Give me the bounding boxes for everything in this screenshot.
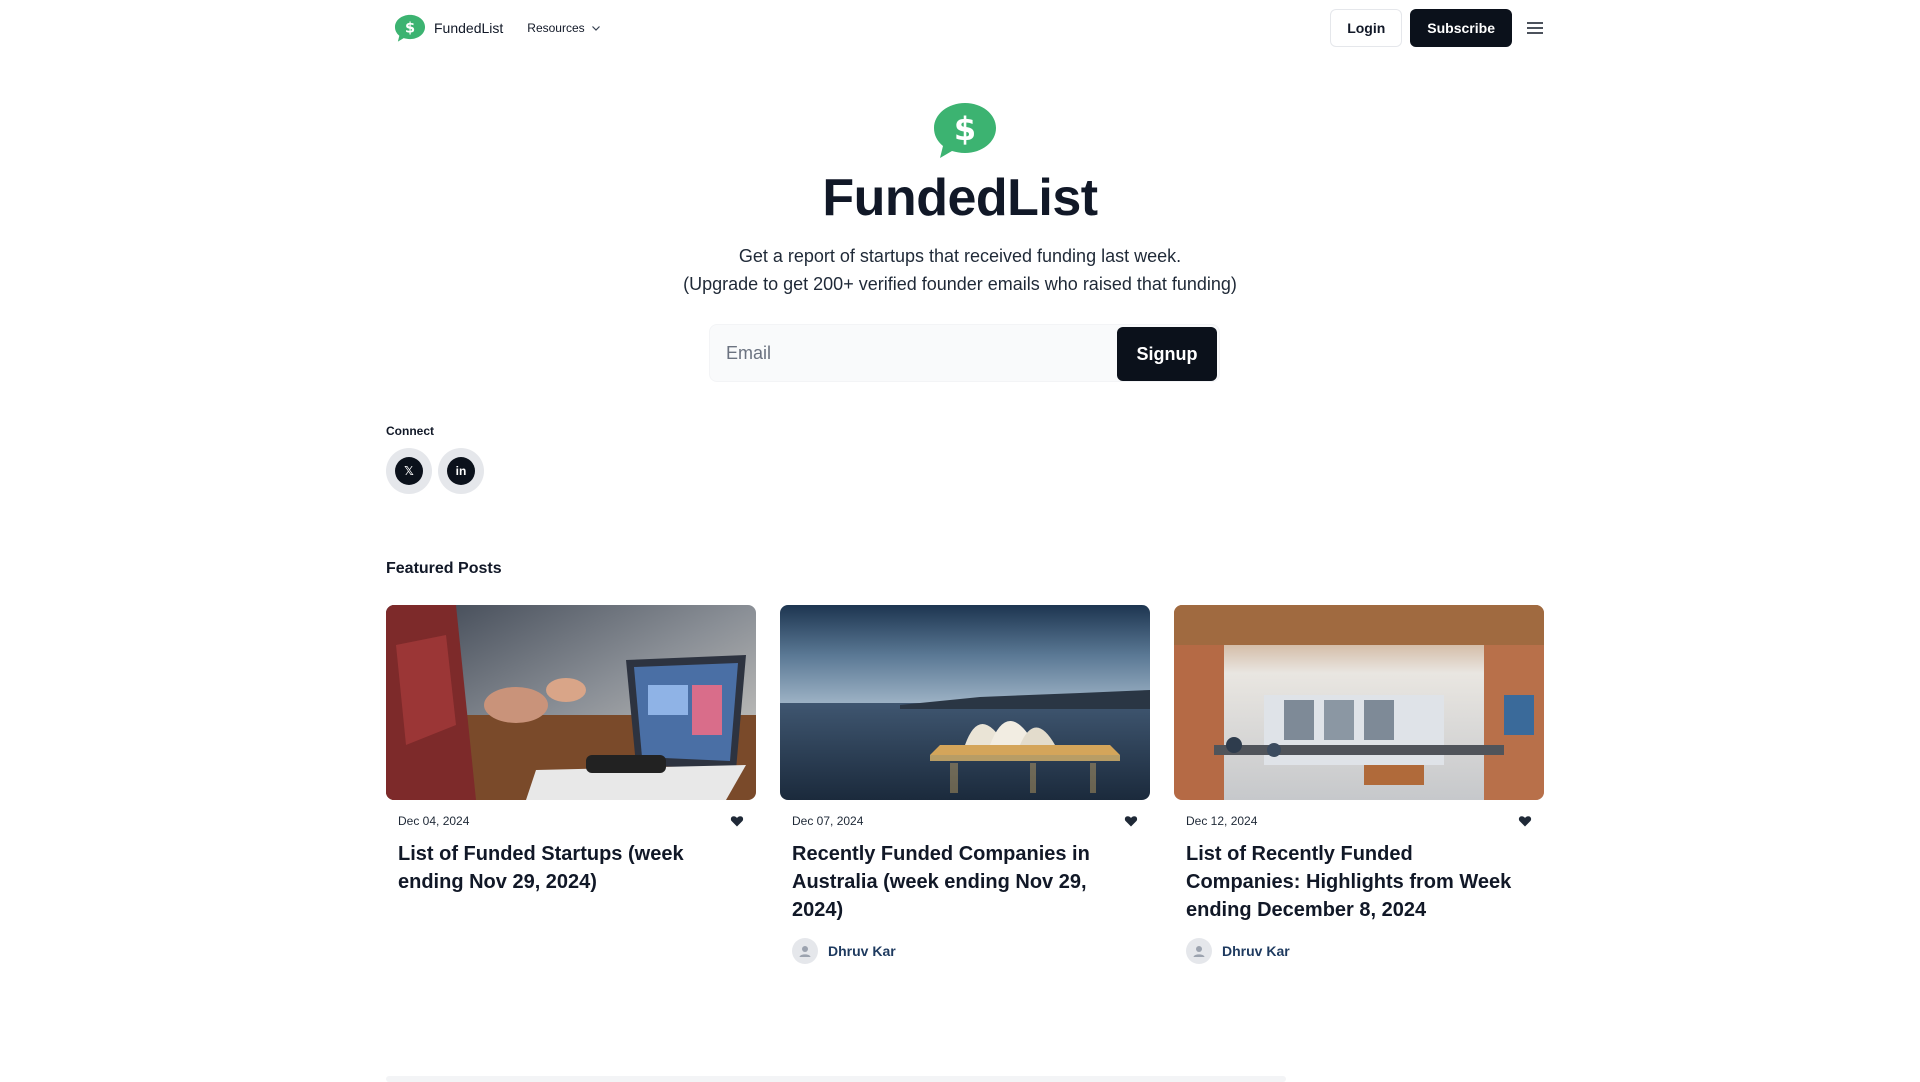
heart-icon[interactable] [1518,814,1532,828]
linkedin-icon: in [447,457,475,485]
post-title[interactable]: Recently Funded Companies in Australia (… [792,840,1138,924]
next-section-edge [386,1076,1286,1082]
svg-text:$: $ [954,110,976,148]
hero-subtitle-line2: (Upgrade to get 200+ verified founder em… [683,274,1237,294]
post-date: Dec 04, 2024 [398,814,470,828]
post-title[interactable]: List of Recently Funded Companies: Highl… [1186,840,1532,924]
resources-label: Resources [527,21,585,35]
post-card[interactable]: Dec 04, 2024 List of Funded Startups (we… [386,605,756,896]
sydney-opera-house-photo[interactable] [780,605,1150,800]
brand-name: FundedList [434,20,504,36]
featured-posts-heading: Featured Posts [386,560,502,577]
post-date: Dec 12, 2024 [1186,814,1258,828]
x-twitter-icon: 𝕏 [395,457,423,485]
signup-button[interactable]: Signup [1117,327,1217,381]
email-input[interactable] [710,325,1120,381]
avatar [1186,938,1212,964]
post-date: Dec 07, 2024 [792,814,864,828]
card-meta: Dec 07, 2024 [780,814,1150,828]
login-button[interactable]: Login [1330,9,1403,47]
heart-icon[interactable] [730,814,744,828]
dollar-speech-bubble-icon: $ [934,103,996,158]
hero-subtitle-line1: Get a report of startups that received f… [738,246,1182,266]
nav-left: $ FundedList Resources [394,12,601,44]
card-meta: Dec 04, 2024 [386,814,756,828]
x-social-link[interactable]: 𝕏 [386,448,432,494]
open-office-photo[interactable] [1174,605,1544,800]
top-nav: $ FundedList Resources Login Subscribe [394,8,1546,48]
page-title: FundedList [822,169,1098,227]
card-meta: Dec 12, 2024 [1174,814,1544,828]
post-title[interactable]: List of Funded Startups (week ending Nov… [398,840,744,896]
signup-form: Signup [709,324,1220,382]
post-author[interactable]: Dhruv Kar [1186,938,1532,964]
post-author[interactable]: Dhruv Kar [792,938,1138,964]
heart-icon[interactable] [1124,814,1138,828]
author-avatar-icon [1193,946,1205,957]
svg-text:$: $ [405,20,415,36]
resources-dropdown[interactable]: Resources [527,21,600,35]
post-card[interactable]: Dec 07, 2024 Recently Funded Companies i… [780,605,1150,964]
nav-right: Login Subscribe [1330,9,1546,47]
dollar-speech-bubble-icon: $ [394,14,426,42]
connect-label: Connect [386,424,434,438]
author-avatar-icon [799,946,811,957]
laptop-meeting-photo[interactable] [386,605,756,800]
chevron-down-icon [591,26,600,31]
avatar [792,938,818,964]
post-card[interactable]: Dec 12, 2024 List of Recently Funded Com… [1174,605,1544,964]
linkedin-social-link[interactable]: in [438,448,484,494]
author-name: Dhruv Kar [828,943,896,959]
brand-link[interactable]: $ FundedList [394,12,503,44]
subscribe-button[interactable]: Subscribe [1410,9,1512,47]
hamburger-menu-icon[interactable] [1524,17,1546,39]
author-name: Dhruv Kar [1222,943,1290,959]
